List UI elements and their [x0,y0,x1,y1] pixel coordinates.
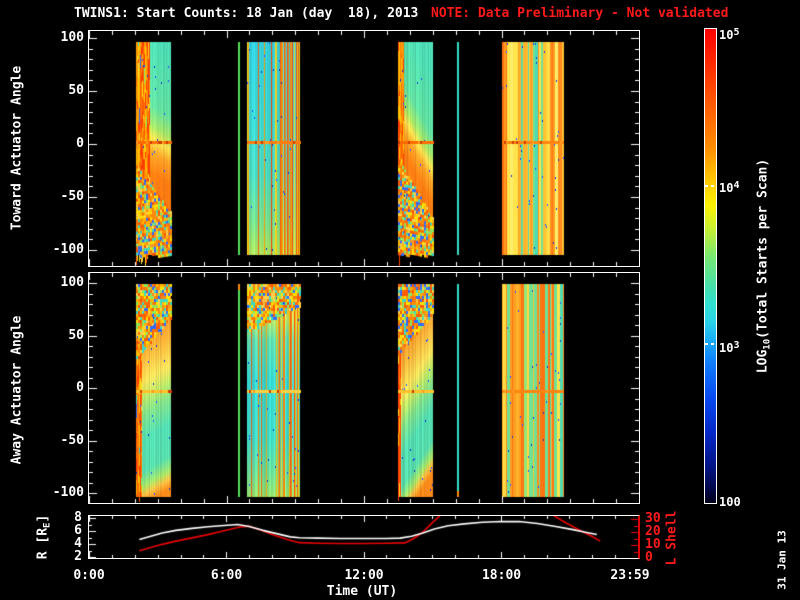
away-spectrogram-panel [88,272,640,504]
colorbar-title-text: LOG [755,349,771,374]
angle-tick-label: 50 [68,82,84,98]
angle-tick-label: 0 [76,135,84,151]
time-axis-label: Time (UT) [326,584,398,599]
orbit-panel [88,515,640,559]
toward-spectrogram-panel [88,30,640,267]
r-axis-label-text: R [R [35,527,51,560]
away-axis-label: Away Actuator Angle [9,315,25,465]
r-tick-label: 2 [74,549,82,564]
lshell-tick-label: 0 [645,550,653,565]
time-tick-label: 6:00 [210,568,243,583]
angle-tick-label: 100 [60,30,84,45]
colorbar-title-end: (Total Starts per Scan) [755,158,771,339]
time-tick-label: 18:00 [481,568,522,583]
orbit-lines-canvas [89,516,638,558]
colorbar-tick-1e3 [705,343,716,345]
colorbar-scale-label: 104 [719,180,740,195]
angle-tick-label: 100 [60,275,84,290]
angle-tick-label: 0 [76,380,84,395]
angle-tick-label: 50 [68,327,84,343]
r-axis-label-end: ] [35,514,51,523]
angle-tick-label: -100 [52,242,84,257]
colorbar-tick-1e4 [705,185,716,187]
angle-tick-label: -100 [52,485,84,500]
plot-title: TWINS1: Start Counts: 18 Jan (day 18), 2… [74,6,419,21]
colorbar-scale-label: 103 [719,340,740,355]
colorbar-scale-label: 105 [719,27,740,42]
colorbar-scale-label: 100 [719,495,741,509]
figure-root: TWINS1: Start Counts: 18 Jan (day 18), 2… [0,0,800,600]
colorbar-title-subscript: 10 [762,338,773,350]
date-stamp: 31 Jan 13 [775,530,789,590]
away-spectrogram-canvas [89,273,639,503]
toward-spectrogram-canvas [89,31,639,266]
preliminary-note: NOTE: Data Preliminary - Not validated [431,6,729,21]
r-axis-label-subscript: E [42,522,53,528]
time-tick-label: 0:00 [73,568,105,583]
toward-axis-label: Toward Actuator Angle [9,65,25,231]
colorbar-title: LOG10(Total Starts per Scan) [756,159,773,373]
time-tick-label: 23:59 [610,568,650,583]
colorbar [704,28,717,504]
time-tick-label: 12:00 [344,568,384,583]
r-axis-label: R [RE] [36,515,53,560]
angle-tick-label: -50 [60,432,84,448]
angle-tick-label: -50 [60,189,84,204]
lshell-axis-label: L Shell [664,510,680,566]
colorbar-gradient [705,29,716,503]
